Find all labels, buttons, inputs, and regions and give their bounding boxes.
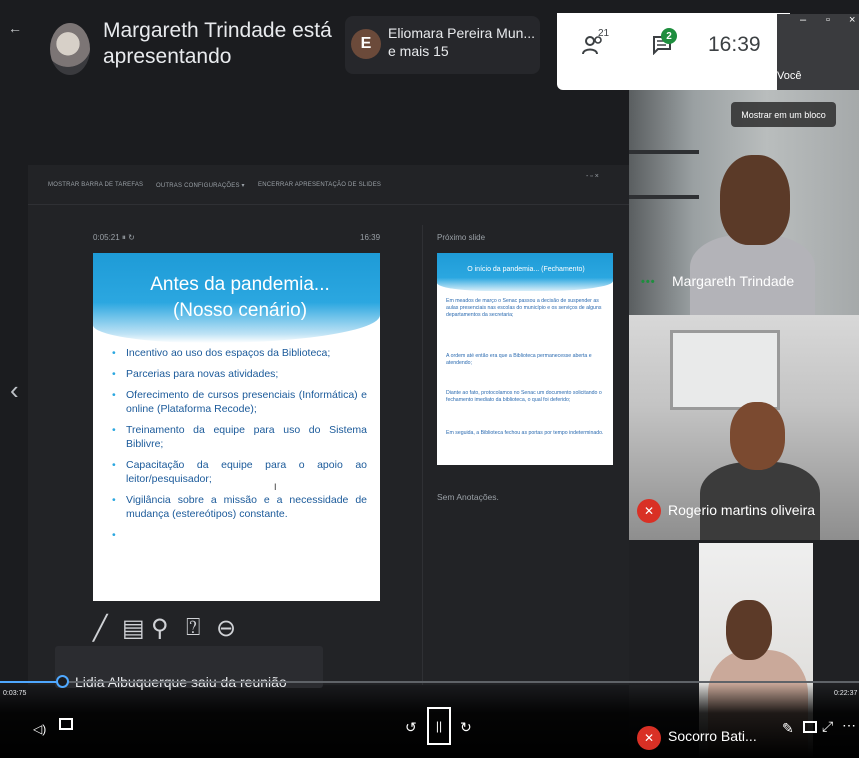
more-icon[interactable]: ⋯ [842, 717, 856, 734]
picture-in-picture-icon[interactable] [803, 721, 817, 733]
zoom-icon[interactable]: ⚲ [151, 614, 169, 643]
show-taskbar-button[interactable]: MOSTRAR BARRA DE TAREFAS [48, 182, 143, 188]
slide-bullet: Treinamento da equipe para uso do Sistem… [112, 423, 367, 451]
shelf [629, 150, 699, 154]
elapsed-time: 0:03:75 [3, 690, 27, 697]
pen-icon[interactable]: ╱ [93, 614, 107, 643]
progress-track[interactable] [0, 681, 859, 683]
maximize-icon[interactable]: ▫ [826, 14, 830, 26]
slide-bullet: Incentivo ao uso dos espaços da Bibliote… [112, 346, 367, 360]
participant-name-label: Rogerio martins oliveira [668, 502, 816, 518]
slide-bullet-list: Incentivo ao uso dos espaços da Bibliote… [112, 346, 367, 542]
captions-icon[interactable] [59, 718, 73, 730]
next-slide-paragraph: A ordem até então era que a Biblioteca p… [446, 353, 592, 366]
participant-more-count: e mais 15 [388, 43, 449, 59]
slide-bullet: Capacitação da equipe para o apoio ao le… [112, 458, 367, 486]
presenter-avatar [50, 23, 90, 75]
shelf [629, 195, 699, 199]
total-time: 0:22:37 [834, 690, 858, 697]
next-slide-paragraph: Em seguida, a Biblioteca fechou as porta… [446, 430, 604, 436]
person-head [720, 155, 790, 245]
speaker-notes: Sem Anotações. [437, 492, 499, 502]
participant-name-label: Margareth Trindade [672, 273, 795, 289]
back-arrow-icon[interactable]: ← [8, 20, 22, 36]
fullscreen-icon[interactable]: ⤢ [822, 718, 833, 735]
mic-muted-icon: ✕ [637, 726, 661, 750]
window-background [670, 330, 780, 410]
end-slideshow-button[interactable]: ENCERRAR APRESENTAÇÃO DE SLIDES [258, 182, 381, 188]
next-slide-paragraph: Diante ao fato, protocolamos no Senac um… [446, 390, 602, 403]
slide-bullet: Oferecimento de cursos presenciais (Info… [112, 388, 367, 416]
speaking-indicator-icon: ••• [641, 276, 656, 288]
other-settings-button[interactable]: OUTRAS CONFIGURAÇÕES ▾ [156, 182, 245, 189]
volume-icon[interactable]: ◁) [33, 722, 46, 736]
slide-bullet: Vigilância sobre a missão e a necessidad… [112, 493, 367, 521]
participant-name: Eliomara Pereira Mun... [388, 25, 536, 41]
people-count: 21 [598, 28, 610, 39]
progress-fill [0, 681, 62, 683]
next-slide-title: O início da pandemia... (Fechamento) [467, 266, 585, 273]
slide-bullet: Parcerias para novas atividades; [112, 367, 367, 381]
chevron-left-icon[interactable]: ‹ [10, 375, 19, 406]
progress-handle[interactable] [56, 675, 69, 688]
next-slide-paragraph: Em meados de março o Senac passou a deci… [446, 298, 602, 318]
slide-timer[interactable]: 0:05:21 ⏸ ↻ [93, 233, 135, 243]
more-options-icon[interactable]: ⊖ [216, 614, 236, 643]
chat-badge: 2 [661, 28, 677, 44]
rewind-icon[interactable]: ↺ [405, 719, 417, 736]
slide-clock: 16:39 [360, 233, 381, 242]
person-body [700, 462, 820, 540]
mic-muted-icon: ✕ [637, 499, 661, 523]
next-slide-label: Próximo slide [437, 233, 486, 242]
participant-name-label: Socorro Bati... [668, 728, 757, 744]
slides-grid-icon[interactable]: ▤ [122, 614, 145, 643]
edit-icon[interactable]: ✎ [782, 720, 794, 737]
forward-icon[interactable]: ↻ [460, 719, 472, 736]
presenter-status: Margareth Trindade está apresentando [103, 19, 332, 68]
divider [422, 225, 423, 685]
pause-button[interactable]: || [427, 707, 451, 745]
meeting-time: 16:39 [708, 33, 761, 56]
presenter-window-controls[interactable]: - ▫ × [586, 173, 599, 180]
show-in-tile-button[interactable]: Mostrar em um bloco [731, 102, 836, 127]
laser-pointer-icon[interactable]: ⍰ [186, 614, 200, 642]
mouse-cursor-icon: I [274, 482, 277, 492]
slide-title: Antes da pandemia... (Nosso cenário) [150, 274, 330, 321]
person-head [726, 600, 772, 660]
person-head [730, 402, 785, 470]
close-icon[interactable]: × [849, 14, 855, 26]
self-label: Você [777, 70, 802, 82]
minimize-icon[interactable]: – [800, 14, 806, 26]
participant-avatar: E [351, 29, 381, 59]
